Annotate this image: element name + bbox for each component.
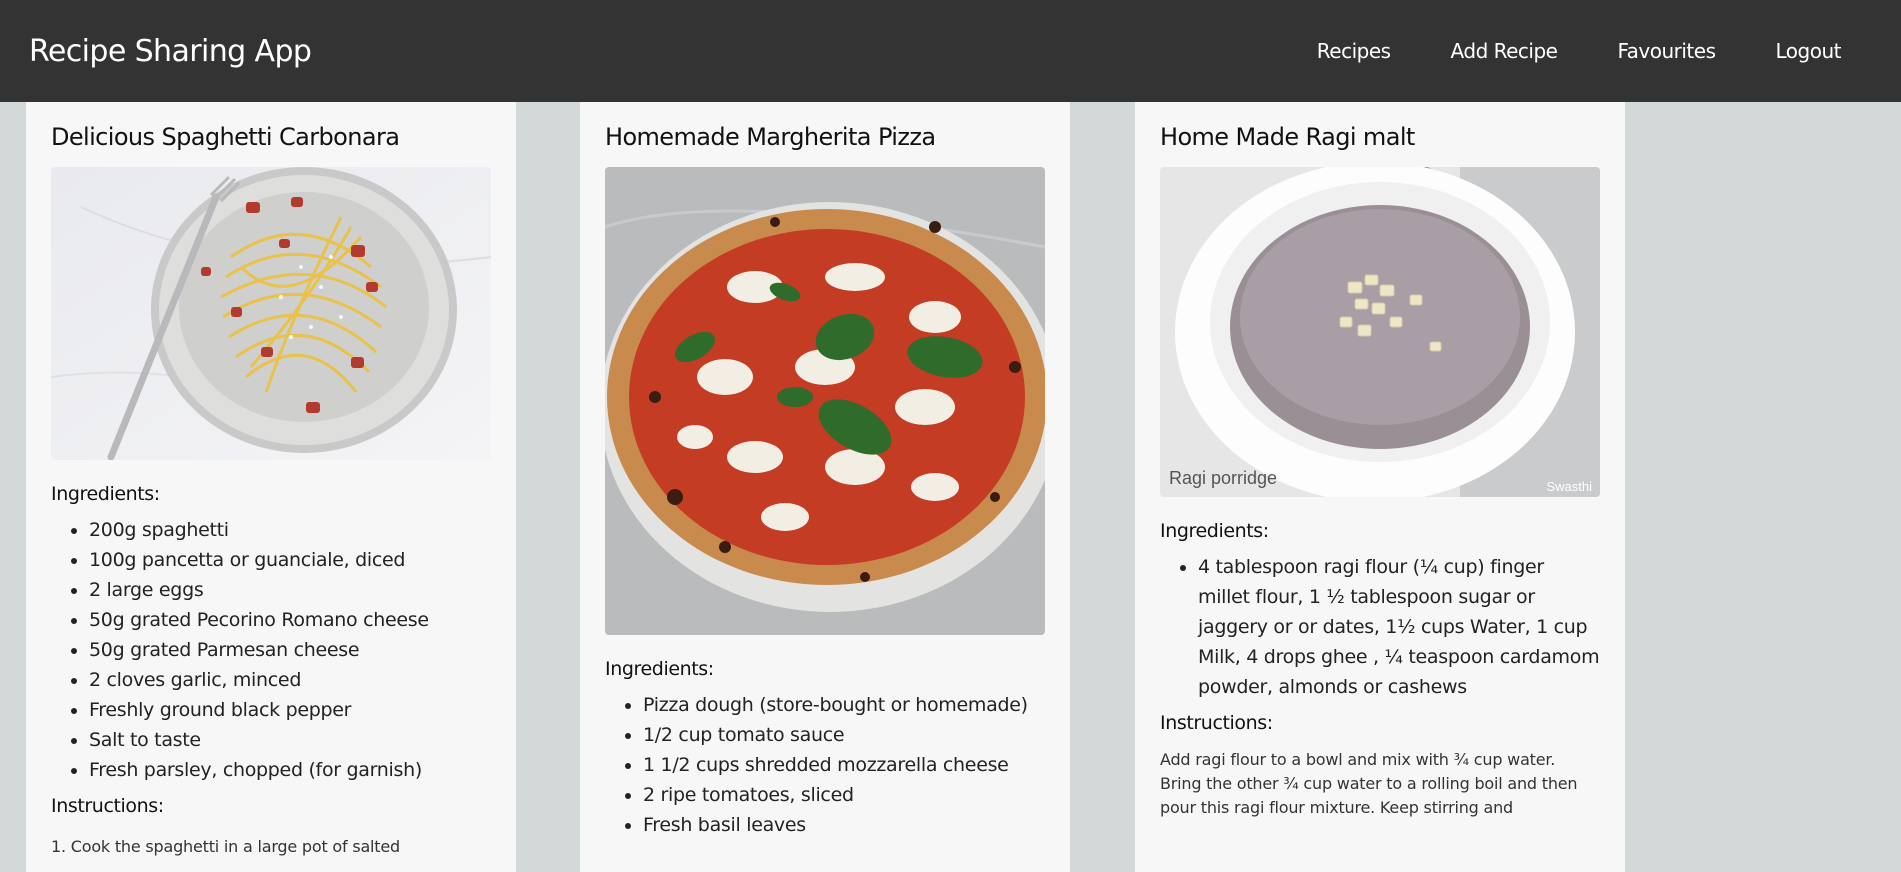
nav-link-favourites[interactable]: Favourites	[1617, 39, 1716, 63]
list-item: 50g grated Pecorino Romano cheese	[89, 605, 491, 635]
list-item: 1 1/2 cups shredded mozzarella cheese	[643, 750, 1045, 780]
list-item: 200g spaghetti	[89, 515, 491, 545]
recipe-card-ragi-malt[interactable]: Home Made Ragi malt Ragi porridge Swasth…	[1135, 102, 1625, 872]
image-caption: Ragi porridge	[1169, 468, 1278, 488]
ingredients-list: 200g spaghetti 100g pancetta or guancial…	[51, 515, 491, 785]
instructions-heading: Instructions:	[51, 795, 164, 817]
ingredients-heading: Ingredients:	[1160, 520, 1269, 542]
nav-link-logout[interactable]: Logout	[1776, 39, 1842, 63]
recipe-card-carbonara[interactable]: Delicious Spaghetti Carbonara Ingredient…	[26, 102, 516, 872]
ingredients-list: Pizza dough (store-bought or homemade) 1…	[605, 690, 1045, 840]
nav-links: Recipes Add Recipe Favourites Logout	[1317, 39, 1842, 63]
ingredients-heading: Ingredients:	[605, 658, 714, 680]
app-title[interactable]: Recipe Sharing App	[29, 34, 312, 69]
image-credit: Swasthi	[1546, 479, 1592, 494]
nav-link-recipes[interactable]: Recipes	[1317, 39, 1391, 63]
top-navbar: Recipe Sharing App Recipes Add Recipe Fa…	[0, 0, 1901, 102]
recipe-title: Delicious Spaghetti Carbonara	[51, 123, 400, 151]
list-item: 4 tablespoon ragi flour (¼ cup) finger m…	[1198, 552, 1600, 702]
instructions-heading: Instructions:	[1160, 712, 1273, 734]
recipe-image-carbonara	[51, 167, 491, 460]
list-item: Fresh basil leaves	[643, 810, 1045, 840]
list-item: 2 cloves garlic, minced	[89, 665, 491, 695]
ingredients-heading: Ingredients:	[51, 483, 160, 505]
list-item: 50g grated Parmesan cheese	[89, 635, 491, 665]
list-item: Pizza dough (store-bought or homemade)	[643, 690, 1045, 720]
recipe-card-margherita[interactable]: Homemade Margherita Pizza Ingredients: •…	[580, 102, 1070, 872]
instructions-text: Add ragi flour to a bowl and mix with ¾ …	[1160, 750, 1578, 817]
nav-link-add-recipe[interactable]: Add Recipe	[1451, 39, 1558, 63]
ingredients-list: 4 tablespoon ragi flour (¼ cup) finger m…	[1160, 552, 1600, 702]
list-item: 2 large eggs	[89, 575, 491, 605]
recipe-title: Home Made Ragi malt	[1160, 123, 1415, 151]
recipe-image-ragi-malt: Ragi porridge Swasthi	[1160, 167, 1600, 497]
list-item: Salt to taste	[89, 725, 491, 755]
list-item: Freshly ground black pepper	[89, 695, 491, 725]
recipe-image-margherita	[605, 167, 1045, 635]
recipe-title: Homemade Margherita Pizza	[605, 123, 936, 151]
instructions-text: 1. Cook the spaghetti in a large pot of …	[51, 837, 400, 856]
list-item: 100g pancetta or guanciale, diced	[89, 545, 491, 575]
list-item: 1/2 cup tomato sauce	[643, 720, 1045, 750]
list-item: Fresh parsley, chopped (for garnish)	[89, 755, 491, 785]
list-item: 2 ripe tomatoes, sliced	[643, 780, 1045, 810]
